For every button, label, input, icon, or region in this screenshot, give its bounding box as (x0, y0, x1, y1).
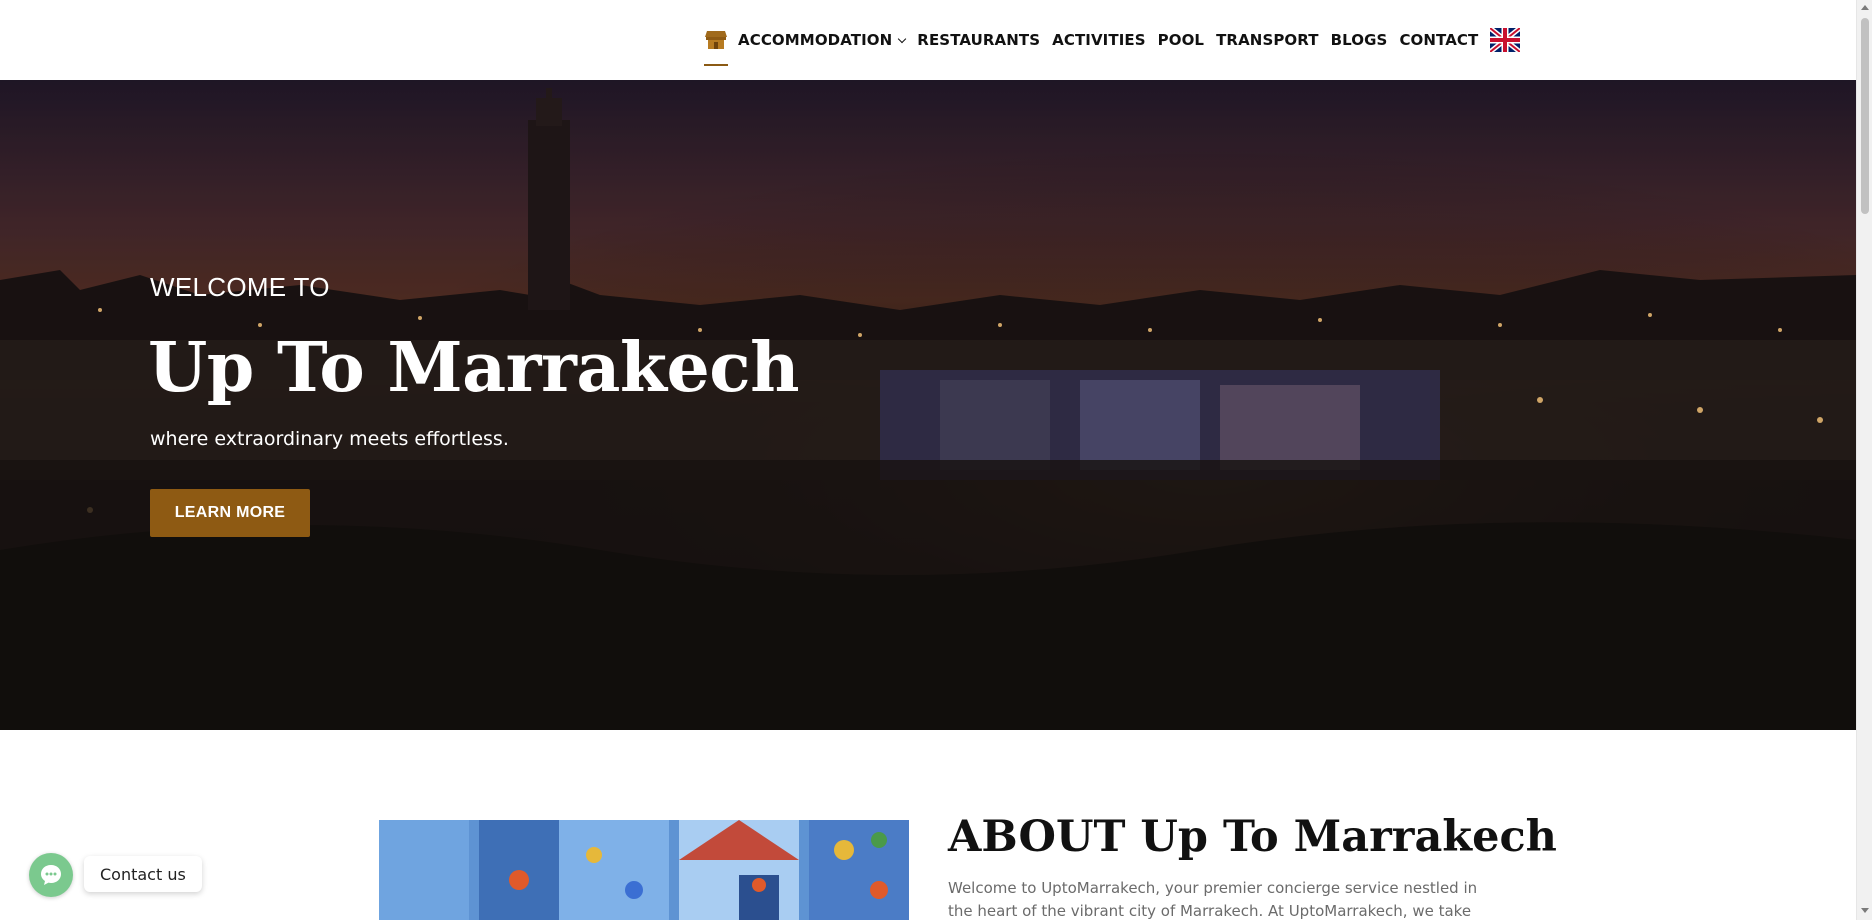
page-scrollbar[interactable] (1856, 0, 1872, 920)
main-nav: ACCOMMODATION RESTAURANTS ACTIVITIES POO… (704, 24, 1522, 66)
nav-item-activities[interactable]: ACTIVITIES (1052, 31, 1145, 49)
scroll-thumb[interactable] (1861, 18, 1869, 214)
contact-fab-button[interactable] (29, 853, 73, 897)
nav-item-transport[interactable]: TRANSPORT (1216, 31, 1319, 49)
uk-flag-icon (1488, 26, 1522, 54)
about-photo (379, 820, 909, 920)
nav-item-accommodation[interactable]: ACCOMMODATION (738, 31, 907, 49)
learn-more-button[interactable]: LEARN MORE (150, 489, 310, 537)
chat-icon (41, 865, 61, 885)
hero-tagline: where extraordinary meets effortless. (150, 428, 509, 450)
nav-item-restaurants[interactable]: RESTAURANTS (917, 31, 1040, 49)
scroll-up-arrow-icon[interactable] (1861, 5, 1869, 10)
hero-section: WELCOME TO Up To Marrakech where extraor… (0, 80, 1856, 730)
nav-item-blogs[interactable]: BLOGS (1331, 31, 1388, 49)
contact-label[interactable]: Contact us (84, 856, 202, 892)
language-switcher[interactable] (1488, 26, 1522, 54)
home-link[interactable] (704, 24, 728, 66)
hero-welcome: WELCOME TO (150, 272, 330, 302)
about-text: Welcome to UptoMarrakech, your premier c… (948, 879, 1478, 920)
nav-item-label: ACCOMMODATION (738, 31, 893, 49)
nav-item-pool[interactable]: POOL (1158, 31, 1204, 49)
hero-title: Up To Marrakech (148, 328, 800, 408)
shop-icon (705, 31, 727, 49)
about-image (379, 820, 909, 920)
nav-item-contact[interactable]: CONTACT (1399, 31, 1478, 49)
scroll-down-arrow-icon[interactable] (1861, 908, 1869, 913)
chevron-down-icon (898, 34, 907, 43)
about-title: ABOUT Up To Marrakech (948, 812, 1557, 862)
site-header: ACCOMMODATION RESTAURANTS ACTIVITIES POO… (0, 0, 1856, 80)
